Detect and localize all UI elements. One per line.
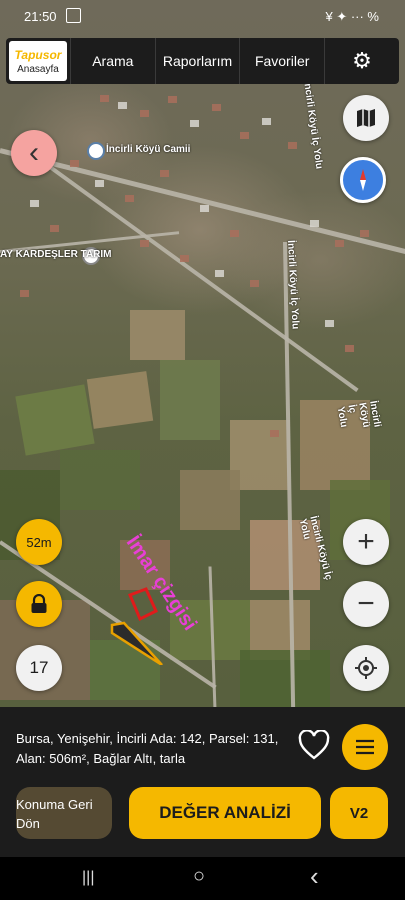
status-right: ¥ ✦ ··· %: [325, 9, 379, 24]
return-to-location-button[interactable]: Konuma Geri Dön: [16, 787, 112, 839]
crosshair-icon: [355, 657, 377, 679]
recents-button[interactable]: |||: [82, 869, 94, 887]
back-button[interactable]: ‹: [11, 130, 57, 176]
map-building: [140, 240, 149, 247]
map-building: [262, 118, 271, 125]
zoom-level-badge: 17: [16, 645, 62, 691]
map-building: [250, 280, 259, 287]
map-building: [160, 170, 169, 177]
map-building: [168, 96, 177, 103]
map-building: [30, 200, 39, 207]
map-building: [240, 132, 249, 139]
favorite-heart-icon[interactable]: [298, 729, 330, 765]
compass-icon: [360, 169, 366, 191]
map-field: [60, 450, 140, 510]
parcel-info-text: Bursa, Yenişehir, İncirli Ada: 142, Pars…: [16, 731, 279, 766]
map-building: [270, 430, 279, 437]
map-field: [86, 371, 154, 429]
compass-button[interactable]: [340, 157, 386, 203]
lock-button[interactable]: [16, 581, 62, 627]
brand-logo: Tapusor: [14, 47, 62, 62]
map-field: [15, 384, 95, 456]
road-label: İncirli Köyü İç Yolu: [301, 80, 325, 170]
konum-line1: Konuma Geri: [16, 797, 93, 812]
map-book-icon: [357, 109, 375, 127]
map-building: [215, 270, 224, 277]
map-building: [200, 205, 209, 212]
home-logo-button[interactable]: Tapusor Anasayfa: [9, 41, 67, 81]
konum-line2: Dön: [16, 816, 40, 831]
map-building: [230, 230, 239, 237]
lock-icon: [31, 594, 47, 613]
map-field: [160, 360, 220, 440]
nav-raporlarim[interactable]: Raporlarım: [154, 38, 240, 84]
my-location-button[interactable]: [343, 645, 389, 691]
map-road: [0, 148, 405, 255]
map-building: [180, 255, 189, 262]
imar-area: [110, 621, 163, 665]
v2-button[interactable]: V2: [330, 787, 388, 839]
settings-gear-icon[interactable]: ⚙: [324, 38, 399, 84]
nav-favoriler[interactable]: Favoriler: [239, 38, 324, 84]
map-building: [360, 230, 369, 237]
map-building: [118, 102, 127, 109]
map-field: [180, 470, 240, 530]
map-building: [50, 225, 59, 232]
map-building: [70, 160, 79, 167]
home-label: Anasayfa: [17, 63, 59, 75]
company-label: AY KARDEŞLER TARIM: [0, 249, 112, 260]
map-building: [345, 345, 354, 352]
value-analysis-button[interactable]: DEĞER ANALİZİ: [129, 787, 321, 839]
map-building: [95, 180, 104, 187]
mosque-pin-icon[interactable]: [87, 142, 105, 160]
home-button[interactable]: ○: [193, 865, 205, 888]
map-building: [212, 104, 221, 111]
map-building: [140, 110, 149, 117]
zoom-in-button[interactable]: +: [343, 519, 389, 565]
parcel-shape: [128, 587, 158, 622]
map-building: [335, 240, 344, 247]
status-time: 21:50: [24, 9, 57, 24]
top-bar: Tapusor Anasayfa Arama Raporlarım Favori…: [6, 38, 399, 84]
map-building: [190, 120, 199, 127]
map-layers-button[interactable]: [343, 95, 389, 141]
map-building: [325, 320, 334, 327]
map-building: [125, 195, 134, 202]
map-field: [130, 310, 185, 360]
nav-arama[interactable]: Arama: [70, 38, 155, 84]
menu-hamburger-icon[interactable]: [342, 724, 388, 770]
system-nav-bar: ||| ○ ‹: [0, 857, 405, 900]
map-field: [240, 650, 330, 707]
distance-badge: 52m: [16, 519, 62, 565]
zoom-out-button[interactable]: −: [343, 581, 389, 627]
map-building: [310, 220, 319, 227]
map-building: [288, 142, 297, 149]
map-building: [20, 290, 29, 297]
system-back-button[interactable]: ‹: [310, 861, 319, 892]
mosque-label: İncirli Köyü Camii: [106, 144, 191, 155]
download-icon: [66, 8, 81, 23]
map-building: [100, 95, 109, 102]
status-bar: 21:50 ¥ ✦ ··· %: [0, 0, 405, 34]
